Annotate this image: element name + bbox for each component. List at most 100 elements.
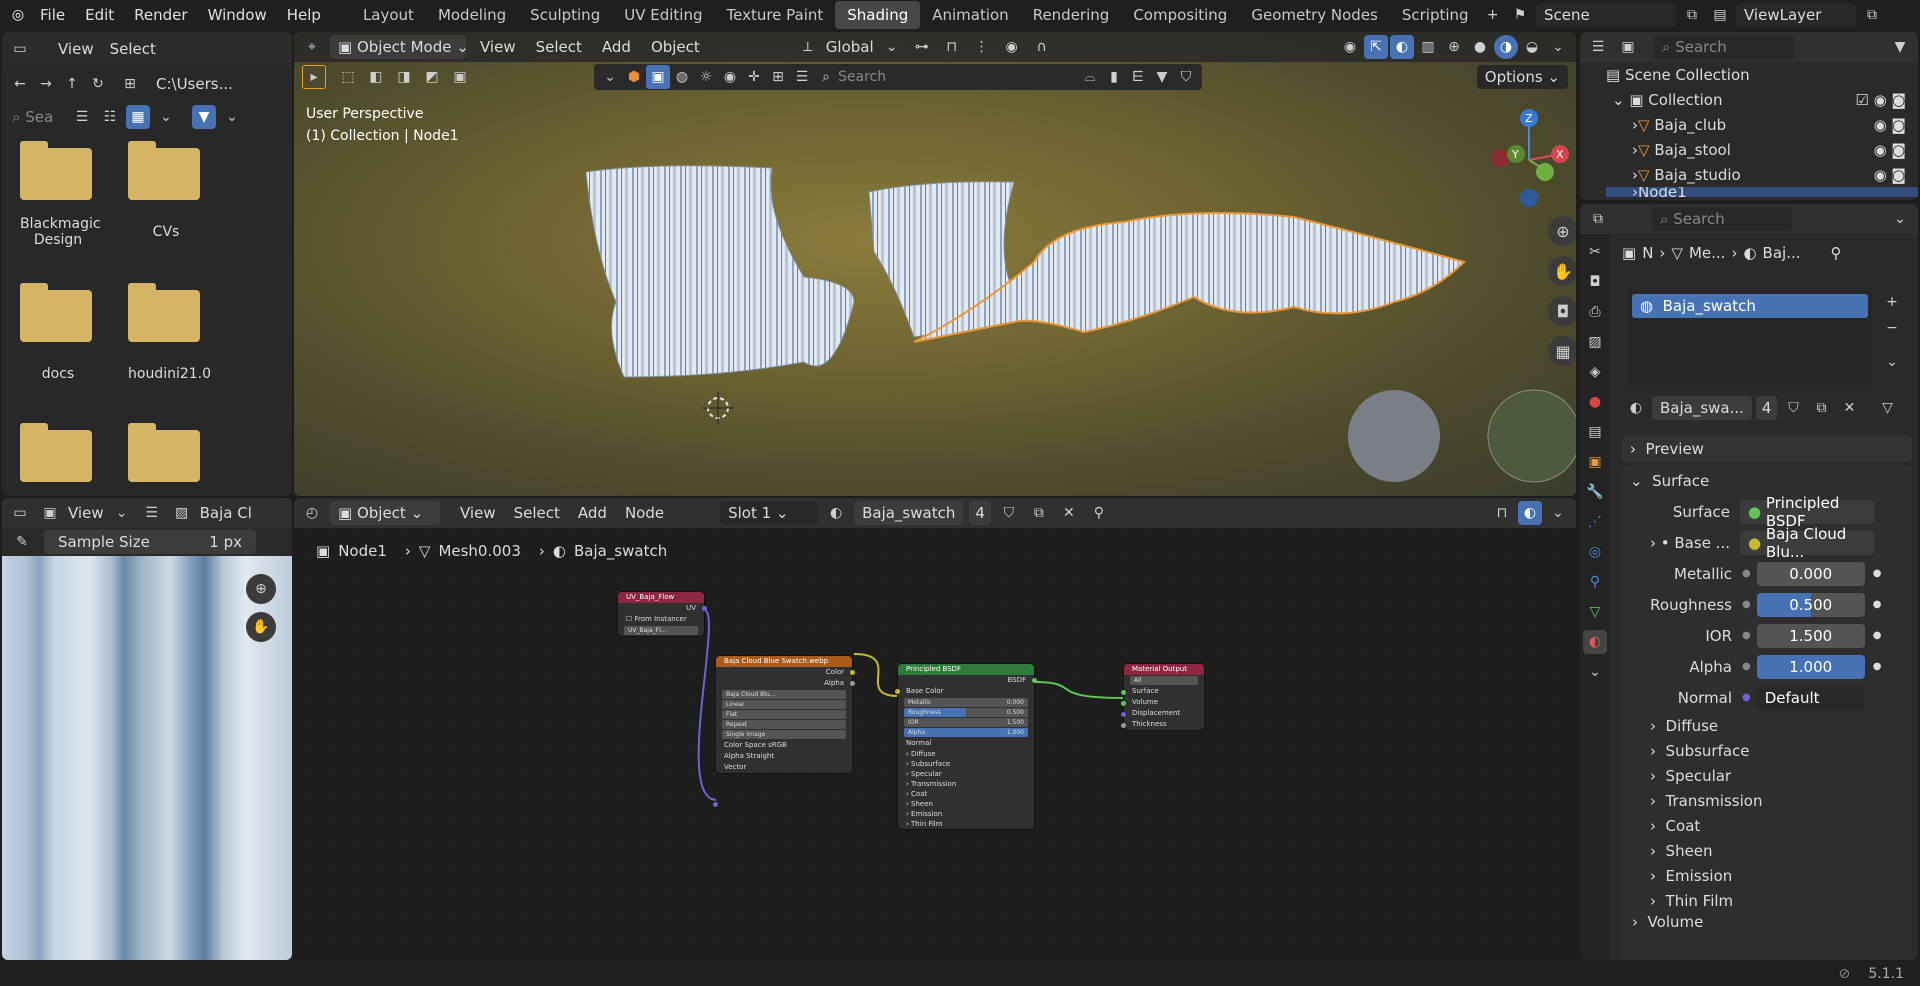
- editor-type-icon[interactable]: ▭: [8, 501, 32, 525]
- outliner-item[interactable]: › ▽ Baja_stool ◉ ◙: [1606, 137, 1918, 162]
- view-layer-icon[interactable]: ▨: [1583, 330, 1607, 354]
- menu-help[interactable]: Help: [277, 0, 331, 30]
- metallic-field[interactable]: 0.000: [1756, 561, 1865, 586]
- node-header[interactable]: UV_Baja_Flow: [618, 592, 704, 603]
- subpanel-diffuse[interactable]: › Diffuse: [898, 749, 1034, 759]
- outliner-item[interactable]: › ▽ Baja_studio ◉ ◙: [1606, 162, 1918, 187]
- fb-search-input[interactable]: ⌕ Sea: [8, 105, 66, 129]
- outliner-search-input[interactable]: ⌕ Search: [1654, 35, 1794, 59]
- grid-perspective-icon[interactable]: ▦: [1548, 336, 1576, 366]
- hamburger-icon[interactable]: ☰: [140, 501, 164, 525]
- chevron-down-icon[interactable]: ⌄: [1583, 660, 1607, 684]
- new-folder-icon[interactable]: ⊞: [118, 72, 142, 96]
- world-icon[interactable]: ●: [1583, 390, 1607, 414]
- camera-icon[interactable]: ◘: [1548, 296, 1576, 326]
- roughness-field[interactable]: Roughness 0.500: [904, 708, 1028, 717]
- 3d-cursor-icon[interactable]: [702, 392, 734, 424]
- keyframe-dot-icon[interactable]: ●: [1873, 568, 1882, 579]
- tab-sculpting[interactable]: Sculpting: [518, 1, 612, 29]
- subpanel-transmission[interactable]: › Transmission: [1622, 788, 1912, 813]
- vector-socket[interactable]: [713, 802, 718, 807]
- data-icon[interactable]: ▽: [1583, 600, 1607, 624]
- target-dropdown[interactable]: All: [1130, 676, 1198, 685]
- subpanel-coat[interactable]: › Coat: [898, 789, 1034, 799]
- chevron-down-icon[interactable]: ⌄: [220, 105, 244, 129]
- properties-search-input[interactable]: ⌕ Search: [1652, 207, 1792, 231]
- editor-type-icon[interactable]: ▭: [8, 37, 32, 61]
- node-header[interactable]: Principled BSDF: [898, 664, 1034, 675]
- user-count[interactable]: 4: [1755, 396, 1778, 420]
- folder-item[interactable]: Blackmagic Design: [20, 141, 101, 248]
- fb-view-menu[interactable]: View: [58, 40, 94, 58]
- scene-collection-row[interactable]: ▤ Scene Collection: [1606, 62, 1918, 87]
- tab-texture-paint[interactable]: Texture Paint: [714, 1, 835, 29]
- folder-item[interactable]: CVs: [128, 141, 204, 240]
- hand-pan-icon[interactable]: ✋: [1548, 256, 1576, 286]
- hand-pan-icon[interactable]: ✋: [246, 612, 276, 642]
- tab-scripting[interactable]: Scripting: [1390, 1, 1481, 29]
- view-mode-icon[interactable]: ▣: [38, 501, 62, 525]
- 3d-viewport[interactable]: ⌖ ▣ Object Mode ⌄ View Select Add Object…: [294, 32, 1576, 496]
- constraint-icon[interactable]: ⚲: [1583, 570, 1607, 594]
- subpanel-subsurface[interactable]: › Subsurface: [898, 759, 1034, 769]
- chevron-down-icon[interactable]: ⌄: [1888, 207, 1912, 231]
- baja-club-object[interactable]: [585, 165, 855, 378]
- sample-size-field[interactable]: Sample Size 1 px: [44, 530, 256, 554]
- material-slot-list[interactable]: ◍ Baja_swatch: [1628, 290, 1872, 386]
- subpanel-thin-film[interactable]: › Thin Film: [1622, 888, 1912, 913]
- new-scene-icon[interactable]: ⧉: [1680, 3, 1704, 27]
- zoom-icon[interactable]: ⊕: [246, 574, 276, 604]
- bsdf-socket[interactable]: [1032, 678, 1037, 683]
- tool-icon[interactable]: ✂: [1583, 240, 1607, 264]
- tab-shading[interactable]: Shading: [835, 1, 921, 29]
- ior-field[interactable]: 1.500: [1756, 623, 1865, 648]
- subpanel-transmission[interactable]: › Transmission: [898, 779, 1034, 789]
- alpha-mode-dropdown[interactable]: Straight: [746, 752, 774, 760]
- view-layer-field[interactable]: ViewLayer: [1736, 3, 1856, 27]
- image-name-field[interactable]: Baja Cloud Blu...: [722, 690, 846, 699]
- base-color-link-field[interactable]: ● Baja Cloud Blu...: [1740, 525, 1874, 561]
- keyframe-dot-icon[interactable]: ●: [1873, 661, 1882, 672]
- base-color-socket[interactable]: [895, 689, 900, 694]
- menu-edit[interactable]: Edit: [75, 0, 124, 30]
- surface-socket[interactable]: [1121, 690, 1126, 695]
- modifier-icon[interactable]: 🔧: [1583, 480, 1607, 504]
- uv-map-node[interactable]: UV_Baja_Flow UV ☐ From Instancer UV_Baja…: [618, 592, 707, 636]
- tab-compositing[interactable]: Compositing: [1121, 1, 1239, 29]
- roughness-field[interactable]: 0.500: [1756, 592, 1865, 617]
- editor-type-icon[interactable]: ☰: [1586, 35, 1610, 59]
- editor-type-icon[interactable]: ⧉: [1586, 207, 1610, 231]
- scene-icon[interactable]: ⚑: [1508, 3, 1532, 27]
- volume-panel-header[interactable]: › Volume: [1622, 913, 1912, 927]
- visibility-icons[interactable]: ◉ ◙: [1874, 116, 1918, 134]
- close-icon[interactable]: ✕: [1837, 396, 1861, 420]
- collection-row[interactable]: ⌄ ▣ Collection ☑ ◉ ◙: [1606, 87, 1918, 112]
- tab-modeling[interactable]: Modeling: [426, 1, 518, 29]
- subpanel-coat[interactable]: › Coat: [1622, 813, 1912, 838]
- chevron-down-icon[interactable]: ⌄: [1612, 91, 1629, 109]
- tab-layout[interactable]: Layout: [351, 1, 426, 29]
- source-dropdown[interactable]: Single Image: [722, 730, 846, 739]
- metallic-field[interactable]: Metallic 0.000: [904, 698, 1028, 707]
- display-mode-icon[interactable]: ▣: [1616, 35, 1640, 59]
- keyframe-dot-icon[interactable]: ●: [1873, 630, 1882, 641]
- parent-dir-icon[interactable]: ↑: [60, 72, 84, 96]
- eyedropper-icon[interactable]: ✎: [10, 530, 34, 554]
- folder-item[interactable]: docs: [20, 283, 96, 382]
- preview-panel-header[interactable]: › Preview: [1622, 436, 1912, 462]
- fake-user-icon[interactable]: ⛉: [1781, 396, 1805, 420]
- path-field[interactable]: C:\Users...: [148, 72, 233, 96]
- link-dropdown-icon[interactable]: ▽: [1875, 396, 1899, 420]
- normal-field[interactable]: Default: [1756, 685, 1865, 710]
- interpolation-dropdown[interactable]: Linear: [722, 700, 846, 709]
- shader-node-editor[interactable]: ◴ ▣ Object ⌄ View Select Add Node Slot 1…: [294, 498, 1576, 960]
- displacement-socket[interactable]: [1121, 712, 1126, 717]
- folder-icon[interactable]: [20, 423, 92, 482]
- remove-slot-icon[interactable]: −: [1880, 316, 1904, 340]
- uv-socket[interactable]: [702, 606, 707, 611]
- add-slot-icon[interactable]: +: [1880, 290, 1904, 314]
- ior-field[interactable]: IOR 1.500: [904, 718, 1028, 727]
- material-browse-icon[interactable]: ◐: [1624, 396, 1648, 420]
- chevron-down-icon[interactable]: ⌄: [154, 105, 178, 129]
- thickness-socket[interactable]: [1121, 723, 1126, 728]
